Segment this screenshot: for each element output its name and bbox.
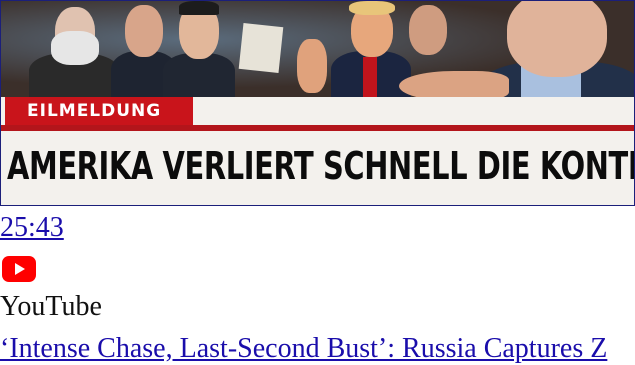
video-duration-link[interactable]: 25:43: [0, 212, 64, 244]
thumbnail-paper: [238, 23, 284, 73]
thumbnail-red-strip: [1, 125, 634, 131]
thumbnail-hand: [297, 39, 327, 93]
thumbnail-figure-5: [403, 1, 453, 71]
video-thumbnail: EILMELDUNG AMERIKA VERLIERT SCHNELL DIE …: [1, 1, 634, 205]
thumbnail-headline: AMERIKA VERLIERT SCHNELL DIE KONTROLLE: [7, 144, 634, 188]
video-source: YouTube: [0, 291, 102, 322]
video-thumbnail-link[interactable]: EILMELDUNG AMERIKA VERLIERT SCHNELL DIE …: [0, 0, 635, 206]
next-result-title-link[interactable]: ‘Intense Chase, Last-Second Bust’: Russi…: [0, 333, 607, 365]
breaking-news-badge: EILMELDUNG: [5, 97, 193, 125]
youtube-play-icon: [2, 256, 36, 282]
thumbnail-figure-1: [29, 1, 119, 97]
thumbnail-figure-3: [163, 1, 235, 97]
